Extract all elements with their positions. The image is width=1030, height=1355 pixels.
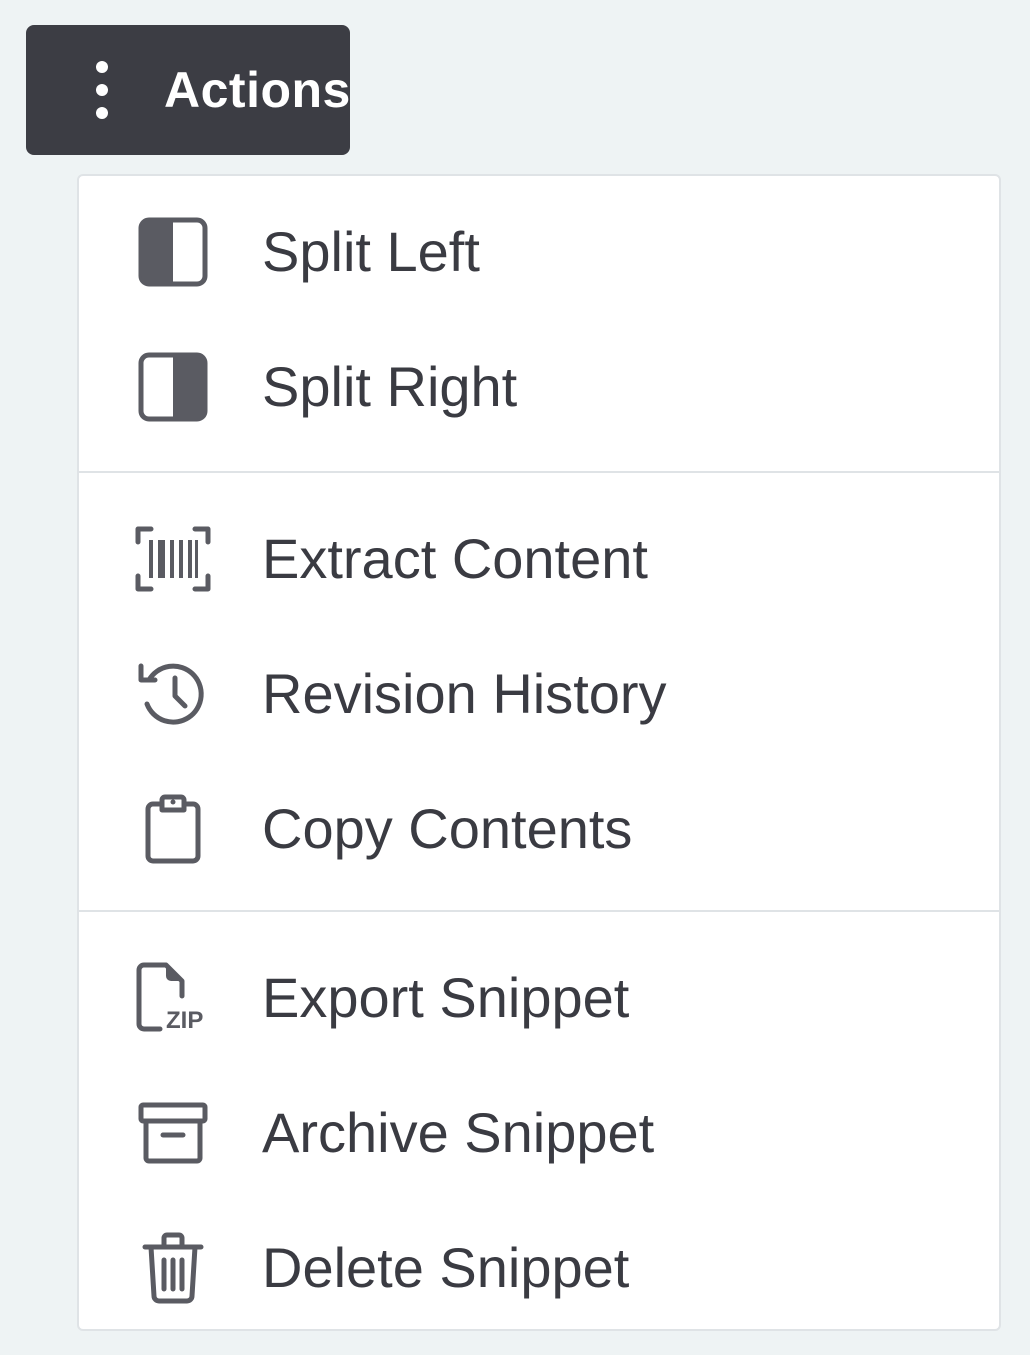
menu-item-extract-content[interactable]: Extract Content xyxy=(79,491,999,626)
actions-dropdown-menu: Split Left Split Right Extract Content R… xyxy=(77,174,1001,1331)
menu-item-revision-history[interactable]: Revision History xyxy=(79,626,999,761)
menu-item-label: Split Right xyxy=(262,355,518,418)
menu-group-snippet: ZIP Export Snippet Archive Snippet Delet… xyxy=(79,910,999,1329)
zip-file-icon: ZIP xyxy=(135,960,211,1036)
history-icon xyxy=(135,656,211,732)
clipboard-icon xyxy=(135,791,211,867)
actions-button[interactable]: Actions xyxy=(26,25,350,155)
menu-item-delete-snippet[interactable]: Delete Snippet xyxy=(79,1200,999,1329)
split-right-icon xyxy=(135,349,211,425)
menu-item-label: Export Snippet xyxy=(262,966,630,1029)
trash-icon xyxy=(135,1230,211,1306)
actions-button-label: Actions xyxy=(164,62,351,118)
barcode-scan-icon xyxy=(135,521,211,597)
menu-item-copy-contents[interactable]: Copy Contents xyxy=(79,761,999,896)
archive-box-icon xyxy=(135,1095,211,1171)
svg-text:ZIP: ZIP xyxy=(166,1007,203,1034)
menu-item-label: Copy Contents xyxy=(262,797,633,860)
menu-item-label: Revision History xyxy=(262,662,667,725)
menu-item-archive-snippet[interactable]: Archive Snippet xyxy=(79,1065,999,1200)
menu-item-label: Archive Snippet xyxy=(262,1101,655,1164)
menu-item-export-snippet[interactable]: ZIP Export Snippet xyxy=(79,930,999,1065)
menu-item-split-right[interactable]: Split Right xyxy=(79,319,999,454)
menu-group-content: Extract Content Revision History Copy Co… xyxy=(79,471,999,910)
menu-item-label: Extract Content xyxy=(262,527,648,590)
kebab-vertical-icon xyxy=(86,59,118,121)
menu-item-split-left[interactable]: Split Left xyxy=(79,184,999,319)
split-left-icon xyxy=(135,214,211,290)
menu-group-split: Split Left Split Right xyxy=(79,176,999,471)
menu-item-label: Split Left xyxy=(262,220,480,283)
menu-item-label: Delete Snippet xyxy=(262,1236,630,1299)
